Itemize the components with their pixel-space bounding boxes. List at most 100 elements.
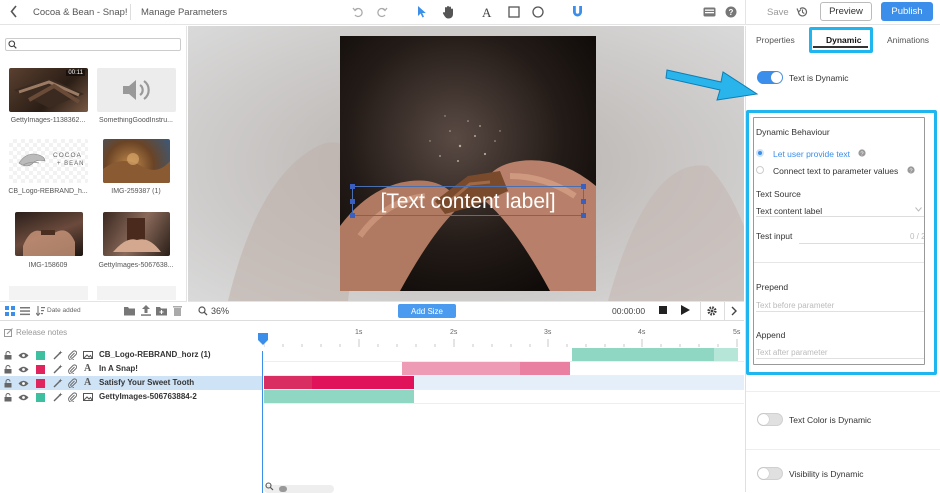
timeline-clip[interactable] xyxy=(264,376,312,389)
magic-wand-icon[interactable] xyxy=(53,392,63,402)
logo-thumbnail[interactable]: COCOA + BEAN xyxy=(9,139,88,183)
info-icon[interactable]: ? xyxy=(858,149,866,157)
slider-handle[interactable] xyxy=(279,486,287,492)
rectangle-tool-icon[interactable] xyxy=(508,6,520,18)
timeline-clip[interactable] xyxy=(572,348,714,361)
media-thumbnail[interactable] xyxy=(103,139,170,183)
release-notes-link[interactable]: Release notes xyxy=(16,328,67,337)
eye-icon[interactable] xyxy=(18,352,29,359)
layer-color-swatch[interactable] xyxy=(36,351,45,360)
media-thumbnail[interactable]: 00:11 xyxy=(9,68,88,112)
eye-icon[interactable] xyxy=(18,366,29,373)
redo-icon[interactable] xyxy=(376,6,388,18)
stage-area[interactable]: [Text content label] xyxy=(188,26,744,301)
media-thumbnail[interactable] xyxy=(9,286,88,300)
media-toolbar: Date added xyxy=(0,301,187,319)
magnet-snap-icon[interactable] xyxy=(571,5,584,18)
lock-icon[interactable] xyxy=(4,365,12,374)
magic-wand-icon[interactable] xyxy=(53,364,63,374)
media-thumbnail[interactable] xyxy=(15,212,83,256)
info-icon[interactable]: ? xyxy=(907,166,915,174)
attach-clip-icon[interactable] xyxy=(68,392,77,402)
text-source-select[interactable]: Text content label xyxy=(756,202,924,217)
sort-icon[interactable] xyxy=(36,306,45,316)
timeline-clip[interactable] xyxy=(402,362,520,375)
radio-let-user[interactable] xyxy=(756,149,764,157)
timeline-clip[interactable] xyxy=(714,348,738,361)
list-view-icon[interactable] xyxy=(20,306,30,316)
tab-animations[interactable]: Animations xyxy=(887,35,929,45)
text-element-selection[interactable]: [Text content label] xyxy=(350,184,586,218)
back-arrow-icon[interactable] xyxy=(10,5,18,18)
grid-view-icon[interactable] xyxy=(5,306,15,316)
resize-handle[interactable] xyxy=(581,184,586,189)
add-size-button[interactable]: Add Size xyxy=(398,304,456,318)
timeline-track[interactable] xyxy=(264,348,744,362)
audio-thumbnail[interactable] xyxy=(97,68,176,112)
stop-icon[interactable] xyxy=(659,306,667,314)
canvas-frame[interactable]: [Text content label] xyxy=(340,36,596,291)
layer-color-swatch[interactable] xyxy=(36,379,45,388)
keyboard-icon[interactable] xyxy=(703,7,716,17)
ellipse-tool-icon[interactable] xyxy=(532,6,544,18)
eye-icon[interactable] xyxy=(18,394,29,401)
upload-icon[interactable] xyxy=(141,305,151,316)
zoom-icon[interactable] xyxy=(198,306,208,316)
media-thumbnail[interactable] xyxy=(97,286,176,300)
tab-properties[interactable]: Properties xyxy=(756,35,795,45)
radio-connect[interactable] xyxy=(756,166,764,174)
append-input[interactable]: Text after parameter xyxy=(756,345,924,359)
time-ruler[interactable]: 1s 2s 3s 4s 5s xyxy=(264,325,744,347)
project-title[interactable]: Cocoa & Bean - Snap! xyxy=(33,7,128,18)
trash-icon[interactable] xyxy=(173,305,182,316)
new-folder-icon[interactable] xyxy=(156,306,167,316)
timeline-clip[interactable] xyxy=(264,390,414,403)
test-input-field[interactable]: 0 / 25 xyxy=(799,231,924,244)
attach-clip-icon[interactable] xyxy=(68,378,77,388)
option-let-user-label[interactable]: Let user provide text xyxy=(773,149,850,159)
lock-icon[interactable] xyxy=(4,379,12,388)
select-pointer-icon[interactable] xyxy=(417,5,427,18)
timeline-track[interactable] xyxy=(264,390,744,404)
preview-button[interactable]: Preview xyxy=(820,2,872,21)
playhead-handle-icon[interactable] xyxy=(258,333,268,345)
search-input[interactable] xyxy=(5,38,181,51)
magic-wand-icon[interactable] xyxy=(53,378,63,388)
timeline-clip[interactable] xyxy=(312,376,414,389)
text-tool-icon[interactable]: A xyxy=(482,5,491,21)
lock-icon[interactable] xyxy=(4,351,12,360)
undo-icon[interactable] xyxy=(352,6,364,18)
publish-button[interactable]: Publish xyxy=(881,2,933,21)
resize-handle[interactable] xyxy=(350,184,355,189)
eye-icon[interactable] xyxy=(18,380,29,387)
layer-color-swatch[interactable] xyxy=(36,365,45,374)
attach-clip-icon[interactable] xyxy=(68,350,77,360)
settings-gear-icon[interactable] xyxy=(706,305,718,317)
hand-pan-icon[interactable] xyxy=(442,5,455,19)
timeline-layer-row[interactable]: A In A Snap! xyxy=(0,362,262,376)
timeline-layer-row[interactable]: A Satisfy Your Sweet Tooth xyxy=(0,376,262,390)
visibility-dynamic-toggle[interactable] xyxy=(757,467,783,480)
history-icon[interactable] xyxy=(796,6,808,18)
save-button[interactable]: Save xyxy=(767,7,789,18)
timeline-track[interactable] xyxy=(264,362,744,376)
layer-color-swatch[interactable] xyxy=(36,393,45,402)
prepend-input[interactable]: Text before parameter xyxy=(756,298,924,312)
lock-icon[interactable] xyxy=(4,393,12,402)
chevron-right-icon[interactable] xyxy=(731,306,737,316)
help-icon[interactable]: ? xyxy=(725,6,737,18)
timeline-layer-row[interactable]: GettyImages-506763884-2 xyxy=(0,390,262,404)
manage-parameters-link[interactable]: Manage Parameters xyxy=(141,7,227,18)
sort-label[interactable]: Date added xyxy=(47,307,81,314)
zoom-level[interactable]: 36% xyxy=(211,306,229,316)
timeline-track[interactable] xyxy=(264,376,744,390)
play-icon[interactable] xyxy=(681,305,690,315)
timeline-layer-row[interactable]: CB_Logo-REBRAND_horz (1) xyxy=(0,348,262,362)
timeline-clip[interactable] xyxy=(520,362,570,375)
attach-clip-icon[interactable] xyxy=(68,364,77,374)
magic-wand-icon[interactable] xyxy=(53,350,63,360)
text-color-dynamic-toggle[interactable] xyxy=(757,413,783,426)
option-connect-label[interactable]: Connect text to parameter values xyxy=(773,166,898,176)
folder-icon[interactable] xyxy=(124,306,135,316)
media-thumbnail[interactable] xyxy=(103,212,170,256)
